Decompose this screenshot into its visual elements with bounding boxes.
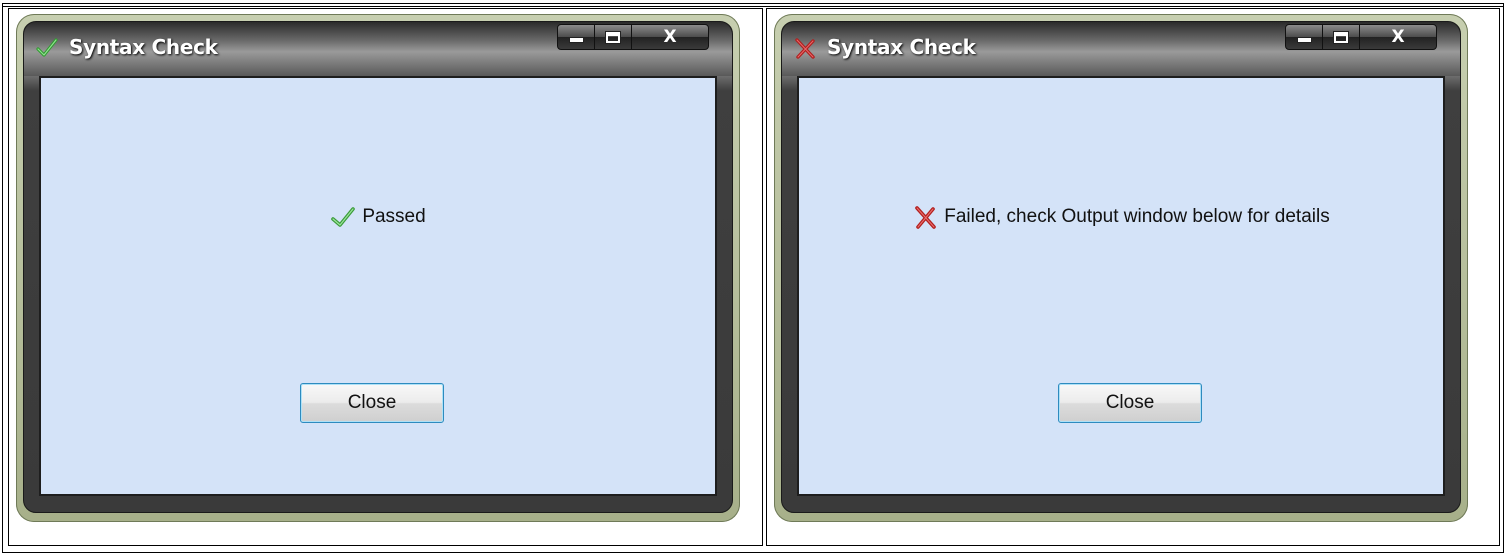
dialog-client-area: Passed Close xyxy=(39,76,717,496)
window-controls: X xyxy=(1285,24,1437,50)
window-close-button[interactable]: X xyxy=(1360,25,1436,49)
window-chrome: Syntax Check X xyxy=(781,21,1461,513)
status-message: Passed xyxy=(41,205,715,229)
window-close-button[interactable]: X xyxy=(632,25,708,49)
cross-icon xyxy=(793,36,817,60)
check-icon xyxy=(35,36,59,60)
window-chrome: Syntax Check X xyxy=(23,21,733,513)
minimize-icon xyxy=(1297,38,1311,42)
close-icon: X xyxy=(663,27,677,47)
dialog-window-passed: Syntax Check X Passed Close xyxy=(16,14,740,522)
minimize-icon xyxy=(569,38,583,42)
check-icon xyxy=(331,207,356,227)
window-title: Syntax Check xyxy=(69,35,218,59)
title-bar[interactable]: Syntax Check X xyxy=(24,22,732,76)
dialog-window-failed: Syntax Check X Failed, check Output wind… xyxy=(774,14,1468,522)
maximize-button[interactable] xyxy=(595,25,632,49)
cross-icon xyxy=(915,206,937,229)
maximize-icon xyxy=(606,31,620,43)
window-controls: X xyxy=(557,24,709,50)
table-cell-failed: Syntax Check X Failed, check Output wind… xyxy=(766,8,1500,546)
status-message-text: Passed xyxy=(362,206,426,227)
table-cell-passed: Syntax Check X Passed Close xyxy=(8,8,763,546)
title-bar[interactable]: Syntax Check X xyxy=(782,22,1460,76)
status-message: Failed, check Output window below for de… xyxy=(799,205,1443,229)
maximize-icon xyxy=(1334,31,1348,43)
dialog-client-area: Failed, check Output window below for de… xyxy=(797,76,1445,496)
close-button[interactable]: Close xyxy=(300,383,444,423)
minimize-button[interactable] xyxy=(1286,25,1323,49)
minimize-button[interactable] xyxy=(558,25,595,49)
status-message-text: Failed, check Output window below for de… xyxy=(944,206,1330,227)
close-icon: X xyxy=(1391,27,1405,47)
window-title: Syntax Check xyxy=(827,35,976,59)
close-button[interactable]: Close xyxy=(1058,383,1202,423)
maximize-button[interactable] xyxy=(1323,25,1360,49)
